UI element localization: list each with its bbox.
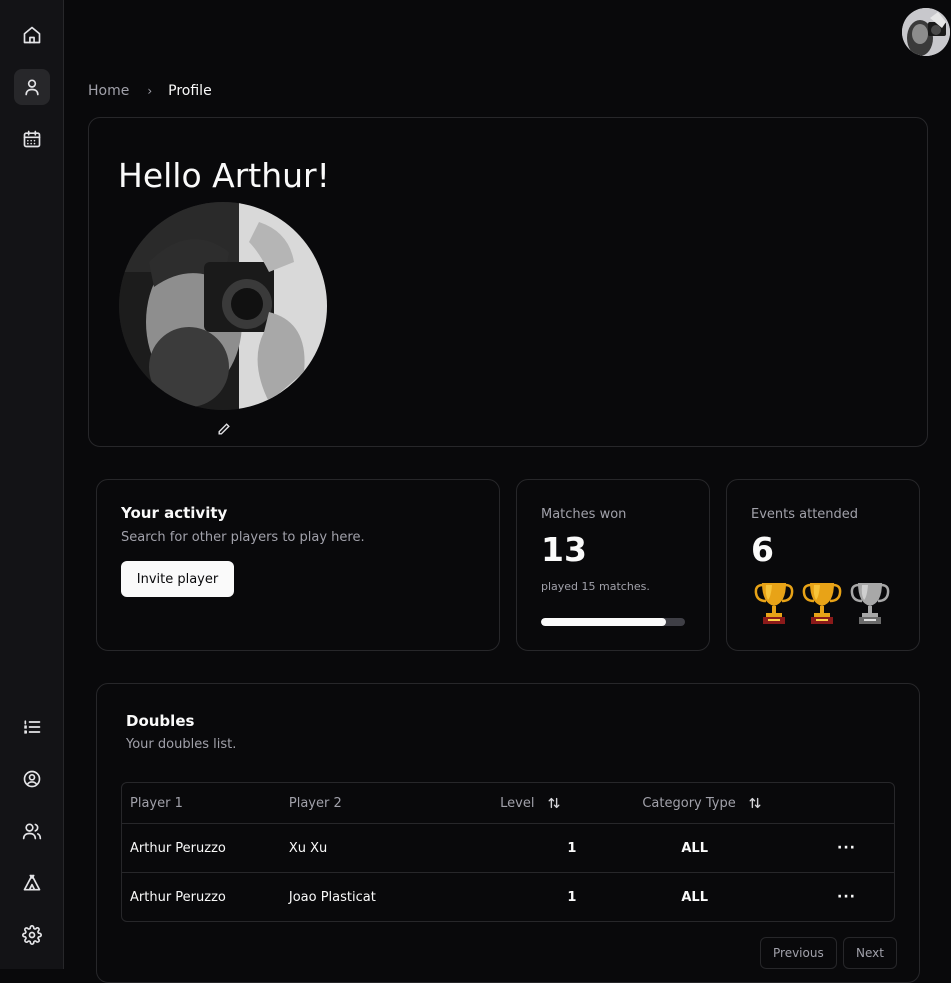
column-category[interactable]: Category Type [634, 783, 830, 824]
home-icon [23, 26, 41, 44]
calendar-icon [23, 130, 41, 148]
cell-level: 1 [567, 889, 577, 905]
trophies [751, 579, 893, 631]
cell-category: ALL [634, 824, 830, 873]
profile-photo [119, 202, 327, 410]
pencil-icon[interactable] [217, 421, 231, 435]
column-level[interactable]: Level [492, 783, 635, 824]
sort-icon[interactable] [748, 796, 762, 810]
events-attended-card: Events attended 6 [726, 479, 920, 651]
table-row: Arthur Peruzzo Joao Plasticat 1 ALL ··· [122, 873, 894, 921]
list-icon [24, 720, 41, 734]
breadcrumb-current: Profile [168, 83, 212, 99]
column-actions [829, 783, 894, 824]
cell-player1: Arthur Peruzzo [130, 889, 226, 905]
sidebar-item-calendar[interactable] [14, 121, 50, 157]
sidebar-item-settings[interactable] [14, 917, 50, 953]
previous-page-button[interactable]: Previous [760, 937, 837, 969]
cell-player1: Arthur Peruzzo [122, 824, 281, 873]
sidebar-item-home[interactable] [14, 17, 50, 53]
doubles-table: Player 1 Player 2 Level Category Type Ar… [121, 782, 895, 922]
events-attended-value: 6 [751, 530, 774, 569]
matches-progress-fill [541, 618, 666, 626]
sidebar-item-players[interactable] [14, 813, 50, 849]
cell-player2: Xu Xu [280, 824, 493, 873]
sidebar-item-list[interactable] [14, 709, 50, 745]
doubles-subtitle: Your doubles list. [126, 737, 237, 752]
matches-played-note: played 15 matches. [541, 580, 650, 593]
invite-player-button[interactable]: Invite player [121, 561, 234, 597]
cell-level: 1 [492, 824, 635, 873]
trophy-icon [751, 579, 797, 631]
doubles-card: Doubles Your doubles list. Player 1 Play… [96, 683, 920, 983]
more-actions-button[interactable]: ··· [837, 840, 856, 856]
sidebar-item-events[interactable] [14, 865, 50, 901]
page-title: Hello Arthur! [118, 156, 330, 195]
tent-icon [23, 874, 41, 891]
table-header-row: Player 1 Player 2 Level Category Type [122, 783, 894, 824]
profile-card: Hello Arthur! [88, 117, 928, 447]
user-circle-icon [23, 770, 41, 788]
activity-title: Your activity [121, 504, 228, 522]
chevron-right-icon: › [147, 84, 153, 98]
sort-icon[interactable] [547, 796, 561, 810]
sidebar-item-profile[interactable] [14, 69, 50, 105]
trophy-icon [847, 579, 893, 631]
table-row: Arthur Peruzzo Xu Xu 1 ALL ··· [122, 824, 894, 873]
users-icon [22, 823, 42, 840]
matches-won-label: Matches won [541, 507, 627, 522]
column-player1: Player 1 [122, 783, 281, 824]
doubles-title: Doubles [126, 712, 195, 730]
matches-won-value: 13 [541, 530, 587, 569]
avatar-photo [902, 8, 950, 56]
breadcrumb: Home › Profile [88, 83, 212, 99]
settings-icon [22, 925, 42, 945]
matches-progress-bar [541, 618, 685, 626]
activity-card: Your activity Search for other players t… [96, 479, 500, 651]
column-category-label: Category Type [642, 795, 736, 811]
user-icon [25, 79, 39, 96]
activity-subtitle: Search for other players to play here. [121, 530, 365, 545]
column-player2: Player 2 [280, 783, 493, 824]
trophy-icon [799, 579, 845, 631]
events-attended-label: Events attended [751, 507, 859, 522]
cell-category: ALL [681, 889, 708, 905]
sidebar-item-account[interactable] [14, 761, 50, 797]
more-actions-button[interactable]: ··· [837, 889, 856, 905]
sidebar [0, 0, 64, 969]
column-level-label: Level [500, 795, 535, 811]
breadcrumb-home[interactable]: Home [88, 83, 129, 99]
matches-won-card: Matches won 13 played 15 matches. [516, 479, 710, 651]
user-avatar[interactable] [902, 8, 950, 56]
cell-player2: Joao Plasticat [288, 889, 376, 905]
next-page-button[interactable]: Next [843, 937, 897, 969]
